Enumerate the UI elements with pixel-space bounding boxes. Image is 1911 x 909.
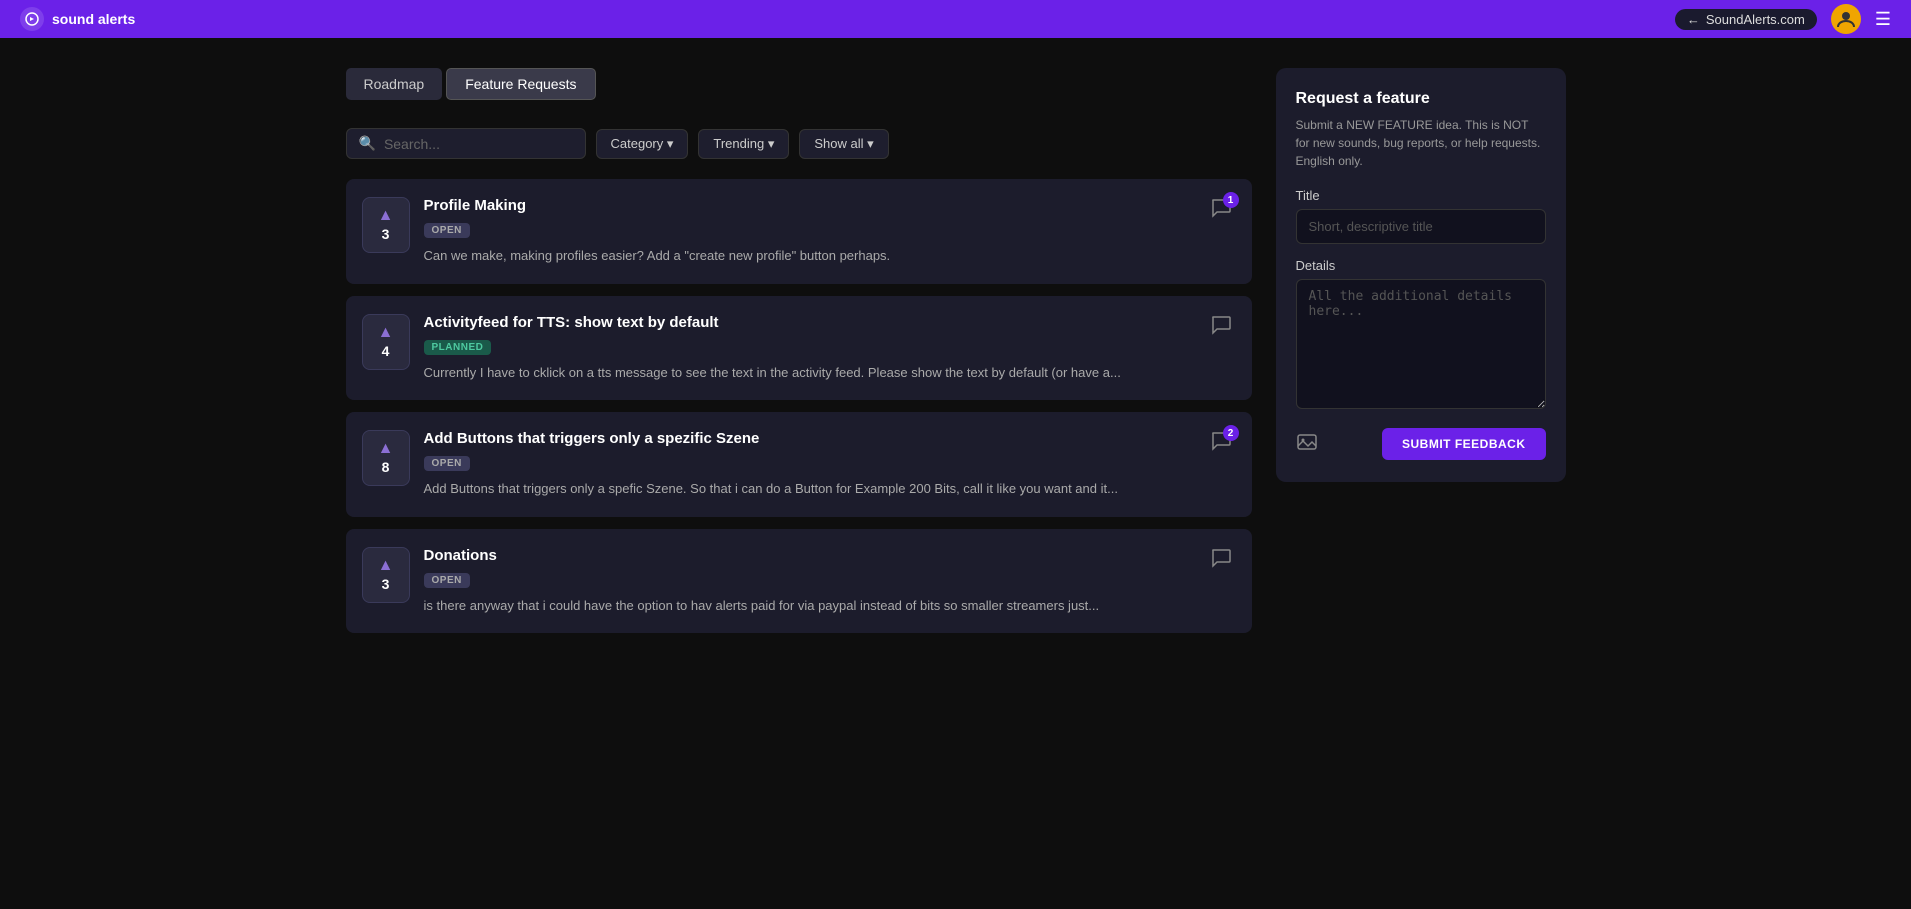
card-title: Activityfeed for TTS: show text by defau…: [424, 314, 1186, 331]
left-panel: Roadmap Feature Requests 🔍 Category ▾ Tr…: [346, 68, 1252, 645]
site-link[interactable]: ← SoundAlerts.com: [1675, 9, 1817, 30]
card-body: Add Buttons that triggers only a spezifi…: [424, 430, 1186, 499]
comment-section[interactable]: 1: [1210, 197, 1232, 219]
avatar[interactable]: [1831, 4, 1861, 34]
title-input[interactable]: [1296, 209, 1546, 244]
search-icon: 🔍: [359, 135, 376, 152]
category-filter[interactable]: Category ▾: [596, 129, 689, 159]
back-arrow-icon: ←: [1687, 12, 1700, 27]
right-panel: Request a feature Submit a NEW FEATURE i…: [1276, 68, 1566, 645]
vote-box[interactable]: ▲ 4: [362, 314, 410, 370]
comment-bubble: 1: [1210, 197, 1232, 219]
comment-section[interactable]: 2: [1210, 430, 1232, 452]
logo-text: sound alerts: [52, 11, 135, 27]
site-link-text: SoundAlerts.com: [1706, 12, 1805, 27]
logo-icon: [20, 7, 44, 31]
hamburger-menu-icon[interactable]: ☰: [1875, 9, 1891, 30]
form-description: Submit a NEW FEATURE idea. This is NOT f…: [1296, 116, 1546, 170]
comment-icon: [1210, 547, 1232, 569]
header-right: ← SoundAlerts.com ☰: [1675, 4, 1891, 34]
vote-count: 8: [382, 459, 390, 475]
vote-box[interactable]: ▲ 8: [362, 430, 410, 486]
comment-icon: [1210, 314, 1232, 336]
tabs: Roadmap Feature Requests: [346, 68, 1252, 100]
image-icon: [1296, 431, 1318, 453]
comment-bubble: [1210, 314, 1232, 336]
submit-feedback-button[interactable]: SUBMIT FEEDBACK: [1382, 428, 1546, 460]
status-badge: OPEN: [424, 223, 470, 238]
status-badge: OPEN: [424, 456, 470, 471]
card-body: Donations OPEN is there anyway that i co…: [424, 547, 1186, 616]
card-title: Profile Making: [424, 197, 1186, 214]
upvote-arrow-icon: ▲: [378, 441, 394, 457]
card-body: Profile Making OPEN Can we make, making …: [424, 197, 1186, 266]
details-label: Details: [1296, 258, 1546, 273]
comment-section[interactable]: [1210, 547, 1232, 569]
comment-count: 2: [1223, 425, 1239, 441]
title-label: Title: [1296, 188, 1546, 203]
feature-card: ▲ 8 Add Buttons that triggers only a spe…: [346, 412, 1252, 517]
card-body: Activityfeed for TTS: show text by defau…: [424, 314, 1186, 383]
feature-card: ▲ 4 Activityfeed for TTS: show text by d…: [346, 296, 1252, 401]
comment-count: 1: [1223, 192, 1239, 208]
upvote-arrow-icon: ▲: [378, 325, 394, 341]
vote-count: 3: [382, 576, 390, 592]
main-content: Roadmap Feature Requests 🔍 Category ▾ Tr…: [326, 38, 1586, 665]
feature-card: ▲ 3 Donations OPEN is there anyway that …: [346, 529, 1252, 634]
vote-count: 4: [382, 343, 390, 359]
trending-filter[interactable]: Trending ▾: [698, 129, 789, 159]
vote-box[interactable]: ▲ 3: [362, 197, 410, 253]
details-textarea[interactable]: [1296, 279, 1546, 409]
card-description: Currently I have to cklick on a tts mess…: [424, 363, 1186, 383]
app-header: sound alerts ← SoundAlerts.com ☰: [0, 0, 1911, 38]
upvote-arrow-icon: ▲: [378, 558, 394, 574]
filter-bar: 🔍 Category ▾ Trending ▾ Show all ▾: [346, 128, 1252, 159]
search-input[interactable]: [384, 136, 573, 152]
card-title: Donations: [424, 547, 1186, 564]
card-description: Can we make, making profiles easier? Add…: [424, 246, 1186, 266]
comment-section[interactable]: [1210, 314, 1232, 336]
feature-card: ▲ 3 Profile Making OPEN Can we make, mak…: [346, 179, 1252, 284]
form-title: Request a feature: [1296, 90, 1546, 108]
show-all-filter[interactable]: Show all ▾: [799, 129, 888, 159]
comment-bubble: [1210, 547, 1232, 569]
vote-count: 3: [382, 226, 390, 242]
tab-roadmap[interactable]: Roadmap: [346, 68, 443, 100]
card-description: is there anyway that i could have the op…: [424, 596, 1186, 616]
upvote-arrow-icon: ▲: [378, 208, 394, 224]
request-form: Request a feature Submit a NEW FEATURE i…: [1276, 68, 1566, 482]
status-badge: PLANNED: [424, 340, 492, 355]
tab-feature-requests[interactable]: Feature Requests: [446, 68, 595, 100]
search-box: 🔍: [346, 128, 586, 159]
status-badge: OPEN: [424, 573, 470, 588]
comment-bubble: 2: [1210, 430, 1232, 452]
cards-list: ▲ 3 Profile Making OPEN Can we make, mak…: [346, 179, 1252, 633]
vote-box[interactable]: ▲ 3: [362, 547, 410, 603]
card-description: Add Buttons that triggers only a spefic …: [424, 479, 1186, 499]
form-footer: SUBMIT FEEDBACK: [1296, 428, 1546, 460]
logo: sound alerts: [20, 7, 135, 31]
card-title: Add Buttons that triggers only a spezifi…: [424, 430, 1186, 447]
image-upload-button[interactable]: [1296, 431, 1318, 458]
